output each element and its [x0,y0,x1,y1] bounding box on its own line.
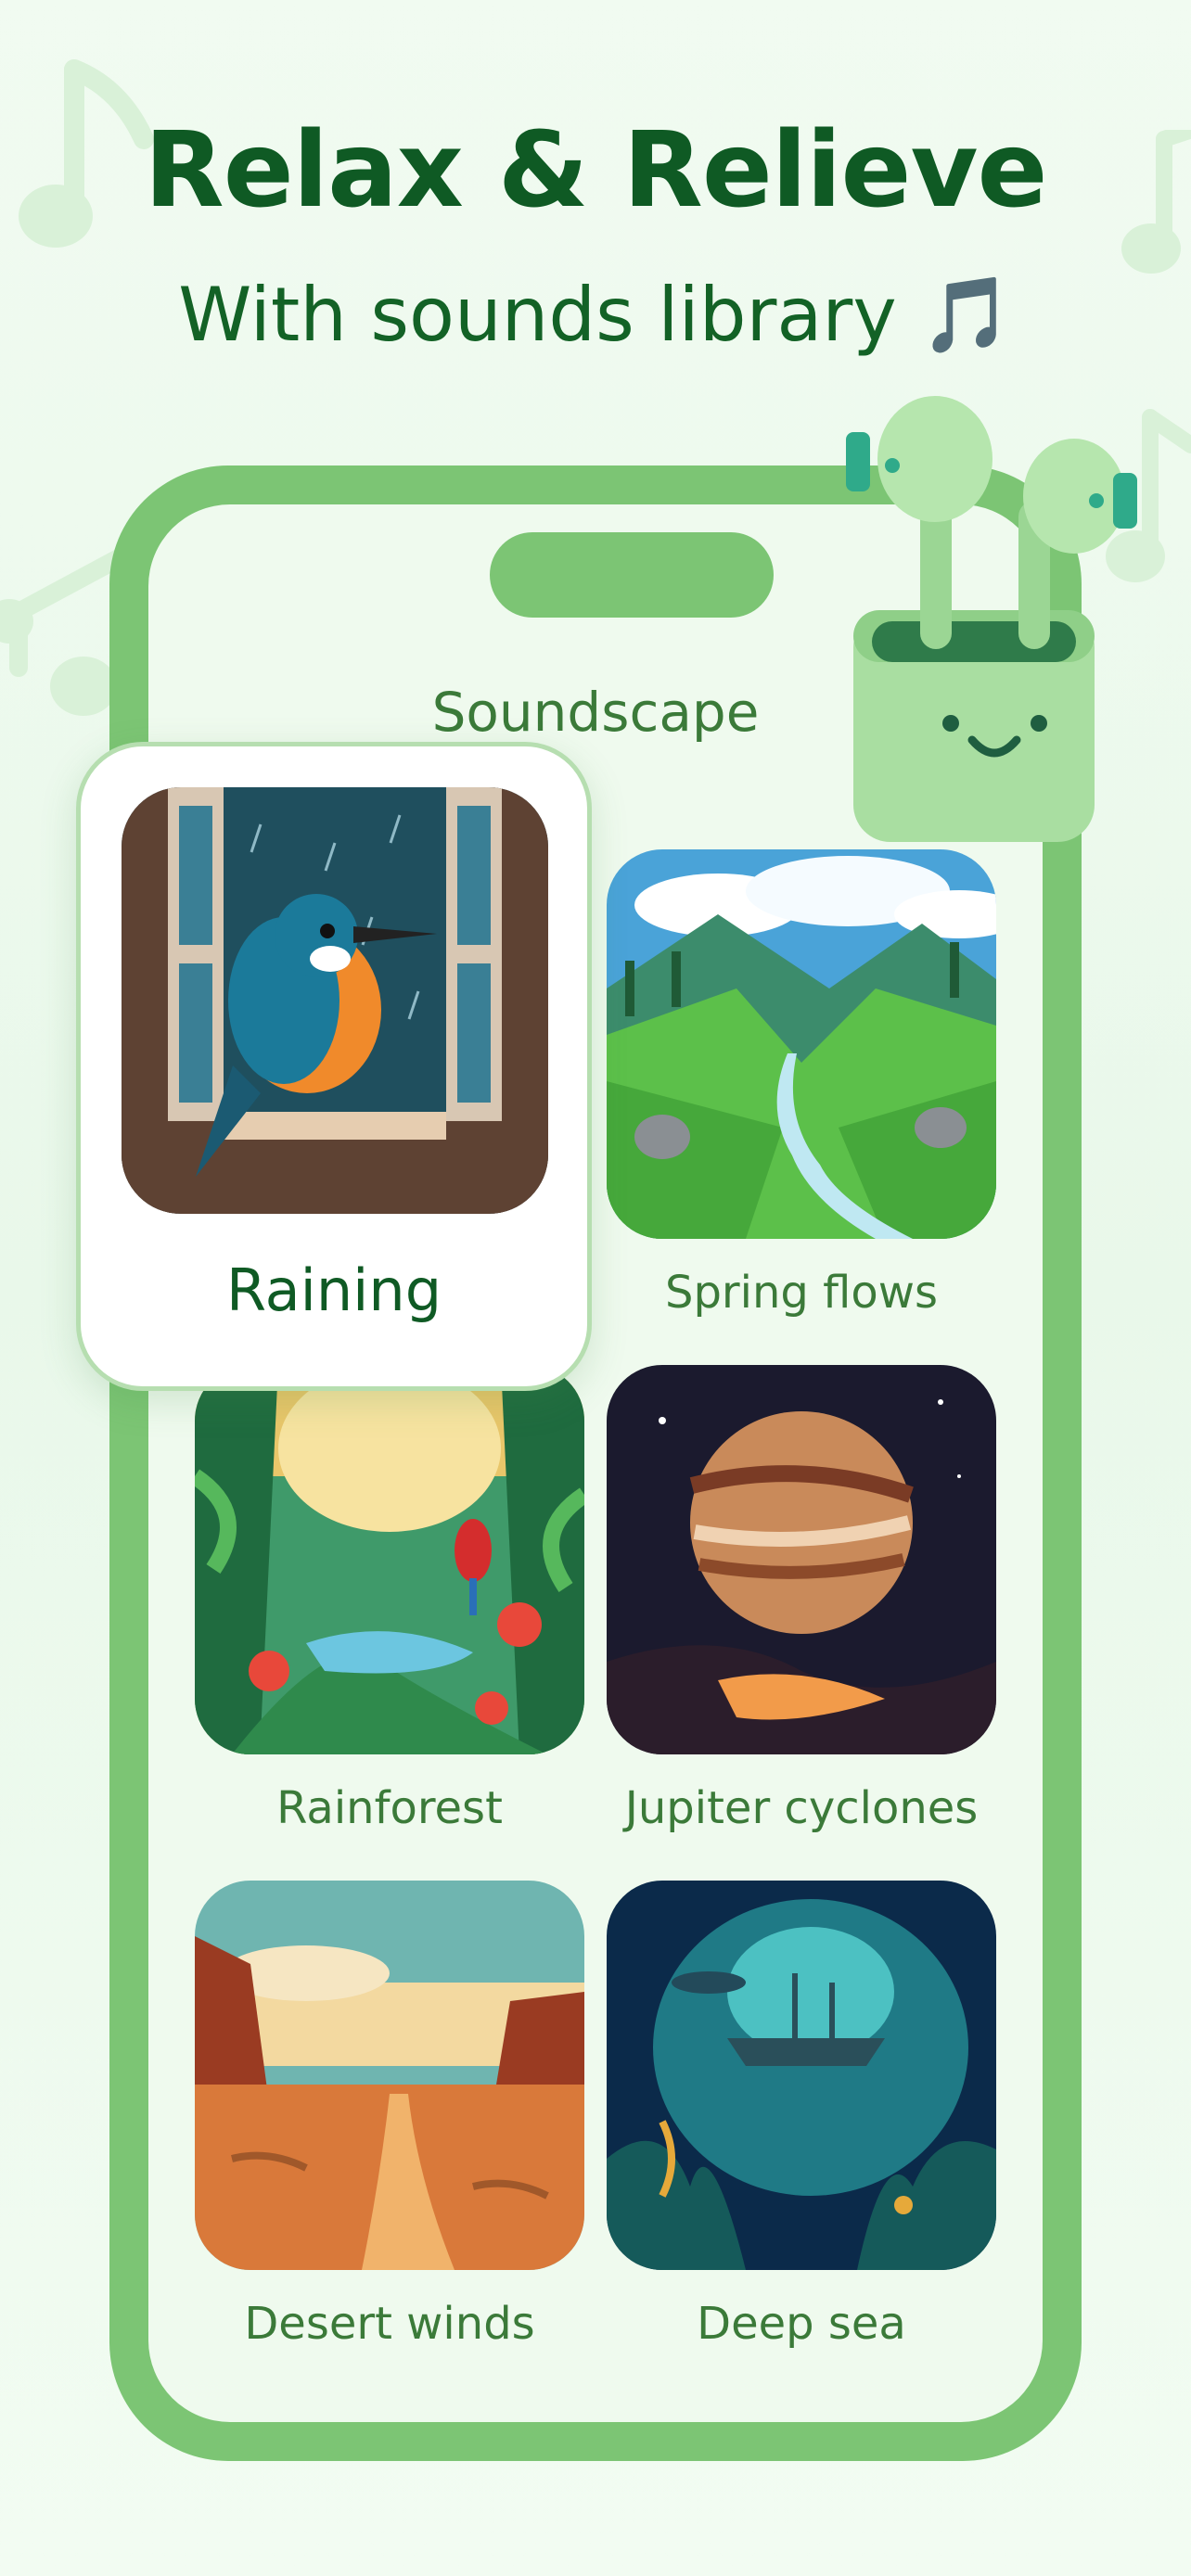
sound-card-desert-winds[interactable]: Desert winds [195,1881,621,2400]
sound-thumbnail-jupiter-cyclones [607,1365,996,1754]
earbuds-case-illustration [846,396,1137,842]
sound-thumbnail-desert-winds [195,1881,584,2270]
sound-label: Desert winds [244,2298,535,2350]
sound-label: Rainforest [276,1782,503,1834]
sound-card-rainforest[interactable]: Rainforest [195,1365,621,1884]
sound-label: Deep sea [697,2298,906,2350]
sound-card-spring-flows[interactable]: Spring flows [607,849,1033,1369]
sound-label: Spring flows [664,1267,939,1319]
sound-label: Jupiter cyclones [624,1782,979,1834]
sound-card-raining[interactable]: Raining [76,742,592,1391]
sound-label-selected: Raining [225,1256,442,1324]
sound-thumbnail-spring-flows [607,849,996,1239]
hero-subtitle: With sounds library 🎵 [178,272,1013,358]
sound-thumbnail-rainforest [195,1365,584,1754]
sound-card-deep-sea[interactable]: Deep sea [607,1881,1033,2400]
sound-card-jupiter-cyclones[interactable]: Jupiter cyclones [607,1365,1033,1884]
hero-title: Relax & Relieve [144,110,1048,231]
phone-notch [490,532,774,618]
sound-thumbnail-deep-sea [607,1881,996,2270]
sound-thumbnail-raining [122,787,548,1214]
